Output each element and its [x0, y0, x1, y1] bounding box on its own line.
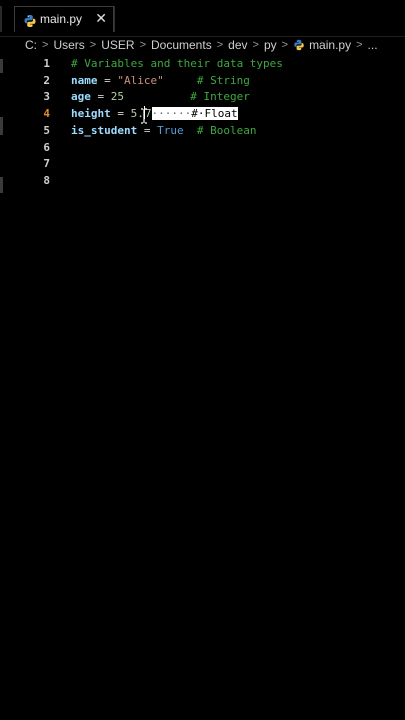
- tab-bar-edge: [0, 6, 2, 32]
- code-token: # Integer: [190, 90, 250, 104]
- close-icon[interactable]: ✕: [95, 10, 107, 28]
- code-text: height = 5.7······#·Float: [71, 105, 238, 122]
- breadcrumb-separator: >: [42, 39, 49, 51]
- breadcrumb-separator: >: [89, 39, 97, 51]
- breadcrumb-item[interactable]: Documents: [151, 38, 212, 52]
- line-number: 5: [43, 123, 50, 137]
- code-token: # String: [196, 73, 250, 87]
- breadcrumb-item[interactable]: Users: [53, 38, 84, 52]
- selected-text: ······: [151, 107, 192, 121]
- line-number: 8: [43, 173, 50, 187]
- code-text: name = "Alice" # String: [71, 72, 250, 89]
- code-token: =: [90, 90, 111, 104]
- tab-label: main.py: [40, 12, 83, 26]
- code-token: # Variables and their data types: [71, 57, 283, 70]
- breadcrumb: C: > Users > USER > Documents > dev > py > main.py >.…: [0, 36, 405, 55]
- breadcrumb-path: C: > Users > USER > Documents > dev > py > main.py >.…: [25, 38, 378, 52]
- breadcrumb-separator: >: [216, 39, 224, 51]
- breadcrumb-separator: >: [356, 39, 363, 51]
- python-icon: [23, 13, 37, 27]
- code-token: 25: [110, 90, 124, 104]
- code-text: # Variables and their data types: [71, 55, 283, 72]
- code-line[interactable]: 5 is_student = True # Boolean: [0, 122, 405, 139]
- code-token: =: [110, 107, 131, 121]
- breadcrumb-item[interactable]: USER: [101, 38, 134, 52]
- line-number: 7: [43, 157, 50, 171]
- breadcrumb-separator: >: [139, 39, 146, 51]
- tab-bar: main.py ✕: [0, 0, 405, 36]
- code-line[interactable]: 4 height = 5.7······#·Float: [0, 105, 405, 122]
- breadcrumb-separator: >: [281, 39, 289, 51]
- breadcrumb-item[interactable]: dev: [228, 38, 247, 52]
- code-line[interactable]: 2 name = "Alice" # String: [0, 72, 405, 89]
- breadcrumb-separator: >: [252, 39, 259, 51]
- code-line[interactable]: 3 age = 25 # Integer: [0, 88, 405, 105]
- code-token: =: [97, 73, 118, 87]
- python-icon: [294, 39, 304, 51]
- code-editor[interactable]: 1 # Variables and their data types 2 name =…: [0, 55, 405, 720]
- code-token: =: [137, 123, 158, 137]
- code-line[interactable]: 7: [0, 155, 405, 172]
- code-token: # Boolean: [196, 123, 257, 137]
- tab-main-py[interactable]: main.py ✕: [14, 6, 114, 32]
- code-line[interactable]: 8: [0, 172, 405, 189]
- line-number: 6: [43, 140, 50, 154]
- breadcrumb-item[interactable]: py: [264, 38, 277, 52]
- line-number: 4: [43, 107, 50, 121]
- line-number: 3: [43, 90, 50, 104]
- selected-text: #·Float: [191, 107, 238, 121]
- breadcrumb-file[interactable]: main.py: [293, 38, 351, 52]
- line-number: 1: [43, 57, 50, 70]
- code-token: is_student: [71, 123, 138, 137]
- code-token: True: [157, 123, 184, 137]
- text-cursor-icon: [141, 108, 147, 124]
- code-text: age = 25 # Integer: [71, 88, 250, 105]
- code-line[interactable]: 1 # Variables and their data types: [0, 55, 405, 72]
- breadcrumb-more[interactable]: ...: [368, 38, 378, 52]
- code-text: is_student = True # Boolean: [71, 122, 256, 139]
- code-token: age: [71, 90, 91, 104]
- breadcrumb-item[interactable]: C:: [25, 38, 37, 52]
- line-number: 2: [43, 73, 50, 87]
- code-token: name: [71, 73, 98, 87]
- breadcrumb-file-label: main.py: [309, 38, 352, 52]
- code-line[interactable]: 6: [0, 139, 405, 156]
- code-token: "Alice": [117, 73, 164, 87]
- code-token: height: [71, 107, 111, 121]
- tab-divider: [114, 6, 115, 32]
